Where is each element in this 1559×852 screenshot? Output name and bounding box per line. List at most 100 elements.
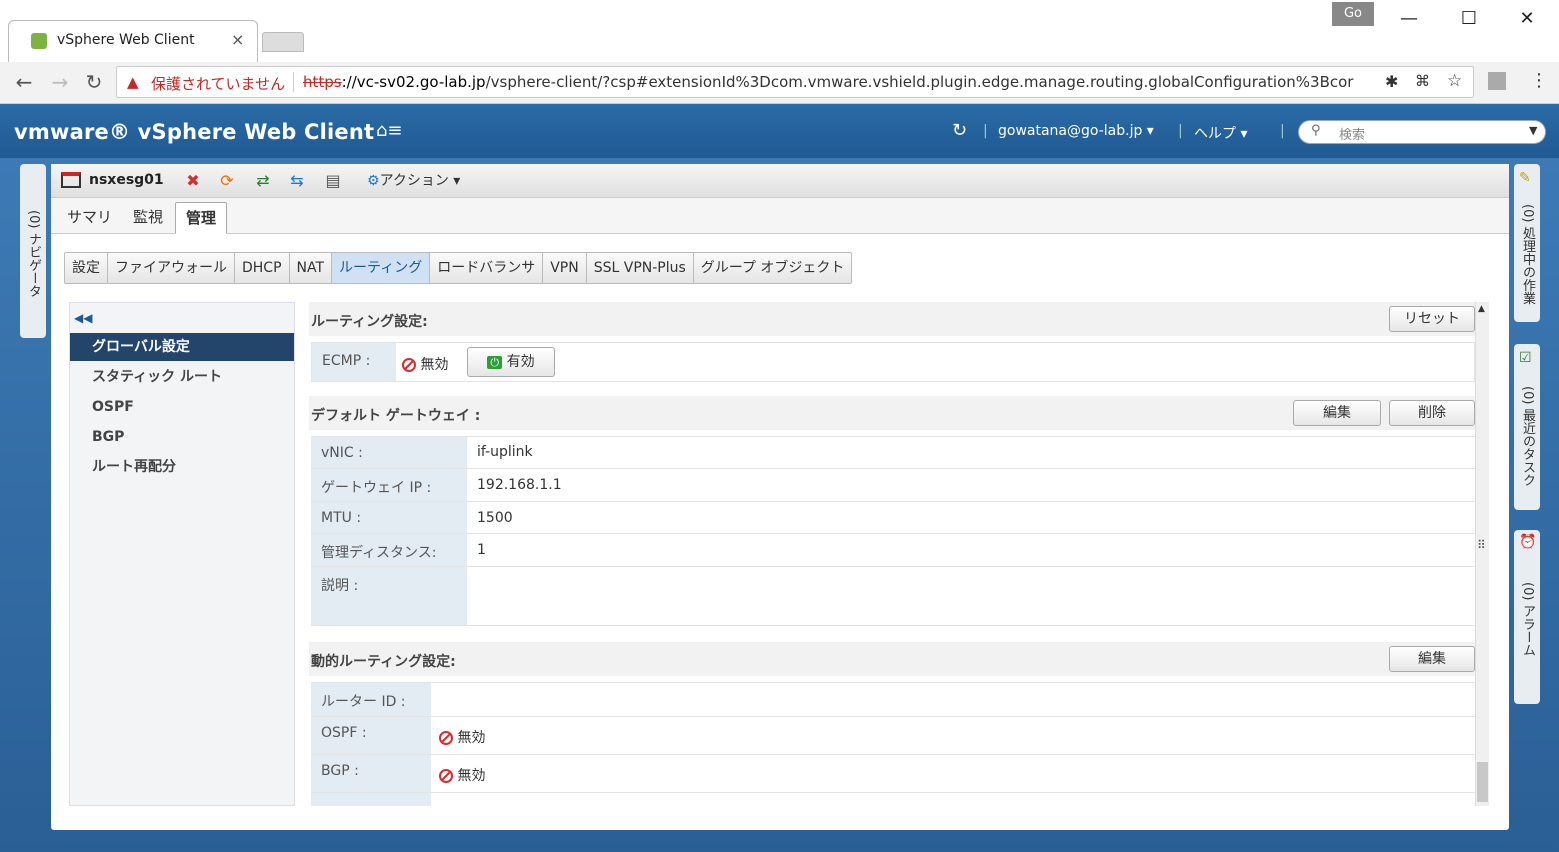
- table-row: BGP : 無効: [311, 754, 1475, 792]
- dynamic-routing-title: 動的ルーティング設定:: [311, 654, 456, 670]
- translate-icon[interactable]: ⌘: [1415, 72, 1430, 90]
- bgp-state: 無効: [457, 768, 486, 784]
- gateway-edit-button[interactable]: 編集: [1293, 400, 1381, 426]
- object-toolbar: nsxesg01 ✖ ⟳ ⇄ ⇆ ▤ ⚙アクション ▾: [51, 164, 1509, 198]
- chevron-down-icon[interactable]: ▼: [1529, 124, 1537, 137]
- default-gateway-header: デフォルト ゲートウェイ : 編集 削除: [309, 396, 1475, 430]
- tab-monitor[interactable]: 監視: [133, 206, 163, 227]
- object-tabs: サマリ 監視 管理: [51, 198, 1509, 234]
- nav-bgp[interactable]: BGP: [70, 423, 294, 451]
- vsphere-favicon-icon: [31, 33, 47, 49]
- search-icon: ⚲: [1311, 123, 1321, 138]
- recent-tasks-label: (0) 最近のタスク: [1520, 386, 1535, 487]
- ospf-label: OSPF :: [311, 717, 431, 754]
- search-input[interactable]: ⚲ 検索 ▼: [1298, 120, 1546, 144]
- disabled-icon: [402, 358, 416, 372]
- router-id-label: ルーター ID :: [311, 683, 431, 716]
- forward-icon[interactable]: →: [48, 70, 72, 94]
- minimize-icon[interactable]: —: [1394, 8, 1424, 30]
- divider: |: [1280, 123, 1285, 139]
- tab-routing[interactable]: ルーティング: [332, 253, 431, 283]
- tab-ssl-vpn-plus[interactable]: SSL VPN-Plus: [587, 253, 694, 283]
- maximize-icon[interactable]: ☐: [1454, 8, 1484, 30]
- resize-handle-icon[interactable]: ⠿: [1477, 538, 1486, 552]
- alarms-label: (0) アラーム: [1520, 582, 1535, 657]
- home-menu-icon[interactable]: ⌂≡: [376, 120, 403, 141]
- close-window-icon[interactable]: ✕: [1512, 8, 1542, 30]
- menu-icon[interactable]: ⋮: [1530, 70, 1548, 91]
- help-menu[interactable]: ヘルプ ▾: [1194, 123, 1247, 143]
- tab-settings[interactable]: 設定: [65, 253, 108, 283]
- move-icon[interactable]: ⇄: [253, 171, 273, 190]
- new-tab-button[interactable]: [262, 32, 304, 52]
- tab-manage[interactable]: 管理: [175, 202, 227, 234]
- object-name: nsxesg01: [89, 172, 164, 188]
- back-icon[interactable]: ←: [12, 70, 36, 94]
- table-row: OSPF : 無効: [311, 716, 1475, 754]
- gateway-delete-button[interactable]: 削除: [1389, 400, 1475, 426]
- actions-menu[interactable]: ⚙アクション ▾: [367, 170, 460, 190]
- profile-go-button[interactable]: Go: [1332, 2, 1374, 26]
- table-row: ゲートウェイ IP : 192.168.1.1: [311, 468, 1475, 501]
- nav-ospf[interactable]: OSPF: [70, 393, 294, 421]
- sync-icon[interactable]: ⇆: [287, 171, 307, 190]
- warning-icon: ▲: [127, 73, 139, 91]
- nav-global-config[interactable]: グローバル設定: [70, 333, 294, 361]
- scroll-thumb[interactable]: [1477, 762, 1488, 802]
- collapse-icon[interactable]: ◀◀: [74, 311, 92, 325]
- admin-distance-value: 1: [477, 542, 486, 558]
- extension-icon[interactable]: ✱: [1385, 72, 1398, 91]
- mtu-label: MTU :: [311, 502, 467, 533]
- disabled-icon: [439, 769, 453, 783]
- nav-static-routes[interactable]: スタティック ルート: [70, 363, 294, 391]
- url-path: /vsphere-client/?csp#extensionId%3Dcom.v…: [485, 73, 1354, 91]
- browser-tab[interactable]: vSphere Web Client ×: [8, 20, 258, 62]
- alarms-panel[interactable]: ⏰ (0) アラーム: [1514, 530, 1540, 704]
- table-row: ルーター ID :: [311, 682, 1475, 716]
- dynamic-edit-button[interactable]: 編集: [1389, 646, 1475, 672]
- address-bar[interactable]: ▲ 保護されていません https://vc-sv02.go-lab.jp/vs…: [116, 66, 1474, 98]
- reset-button[interactable]: リセット: [1389, 306, 1475, 332]
- routing-nav: ◀◀ グローバル設定 スタティック ルート OSPF BGP ルート再配分: [69, 302, 295, 806]
- navigator-panel[interactable]: (0) ナビゲータ: [20, 164, 46, 338]
- routing-config-header: ルーティング設定: リセット: [309, 302, 1475, 336]
- refresh-icon[interactable]: ↻: [952, 120, 967, 141]
- user-menu[interactable]: gowatana@go-lab.jp ▾: [998, 123, 1154, 139]
- refresh-object-icon[interactable]: ⟳: [217, 171, 237, 190]
- close-icon[interactable]: ×: [231, 30, 244, 49]
- document-icon[interactable]: ▤: [323, 171, 343, 190]
- nav-route-redistribution[interactable]: ルート再配分: [70, 453, 294, 481]
- url-scheme: https: [303, 73, 342, 91]
- tab-dhcp[interactable]: DHCP: [235, 253, 290, 283]
- search-placeholder: 検索: [1339, 128, 1366, 143]
- gateway-ip-value: 192.168.1.1: [477, 477, 562, 493]
- edge-gateway-icon: [61, 172, 81, 188]
- power-icon: ⏻: [487, 356, 503, 369]
- scroll-up-icon[interactable]: ▲: [1478, 304, 1485, 314]
- ecmp-label: ECMP :: [312, 343, 396, 381]
- default-gateway-title: デフォルト ゲートウェイ :: [311, 408, 481, 424]
- dynamic-routing-header: 動的ルーティング設定: 編集: [309, 642, 1475, 676]
- tab-summary[interactable]: サマリ: [67, 206, 112, 227]
- table-row: vNIC : if-uplink: [311, 436, 1475, 468]
- recent-tasks-panel[interactable]: ☑ (0) 最近のタスク: [1514, 344, 1540, 510]
- tab-load-balancer[interactable]: ロードバランサ: [430, 253, 544, 283]
- divider: [293, 72, 294, 92]
- content-scrollbar[interactable]: ▲: [1475, 302, 1489, 806]
- navigator-label: (0) ナビゲータ: [26, 210, 41, 298]
- extension-button-icon[interactable]: [1488, 72, 1506, 90]
- delete-icon[interactable]: ✖: [183, 171, 203, 190]
- routing-config-title: ルーティング設定:: [311, 314, 428, 330]
- browser-toolbar: ← → ↻ ▲ 保護されていません https://vc-sv02.go-lab…: [0, 62, 1559, 104]
- tab-nat[interactable]: NAT: [290, 253, 333, 283]
- enable-button[interactable]: ⏻ 有効: [467, 347, 555, 377]
- tasks-panel[interactable]: ✎ (0) 処理中の作業: [1514, 164, 1540, 322]
- reload-icon[interactable]: ↻: [82, 70, 106, 94]
- divider: |: [983, 123, 988, 139]
- table-row: [311, 792, 1475, 806]
- tab-vpn[interactable]: VPN: [543, 253, 587, 283]
- bgp-status: 無効: [439, 765, 485, 785]
- bookmark-star-icon[interactable]: ☆: [1447, 71, 1462, 91]
- tab-group-objects[interactable]: グループ オブジェクト: [694, 253, 852, 283]
- tab-firewall[interactable]: ファイアウォール: [108, 253, 235, 283]
